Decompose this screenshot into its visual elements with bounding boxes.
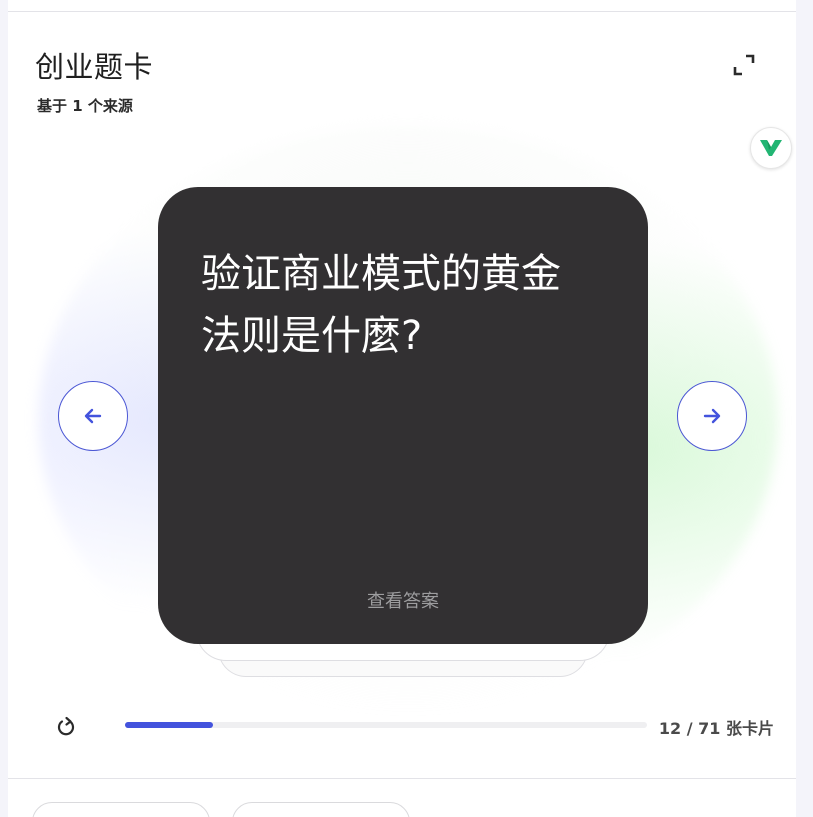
flashcard[interactable]: 验证商业模式的黄金法则是什麼? 查看答案: [158, 187, 648, 644]
progress-label: 12 / 71 张卡片: [658, 719, 774, 738]
source-badge[interactable]: [750, 127, 792, 169]
source-count-label: 基于 1 个来源: [37, 97, 133, 115]
action-chip[interactable]: [232, 802, 410, 817]
progress-fill: [125, 722, 214, 728]
fullscreen-icon: [733, 54, 755, 76]
arrow-right-icon: [703, 408, 721, 424]
next-card-button[interactable]: [677, 381, 747, 451]
restart-icon: [57, 716, 75, 736]
fullscreen-button[interactable]: [727, 48, 761, 82]
bottom-divider: [8, 778, 796, 779]
previous-card-button[interactable]: [58, 381, 128, 451]
page-title: 创业题卡: [35, 50, 154, 84]
source-logo-icon: [760, 140, 782, 156]
top-divider: [8, 11, 796, 12]
reveal-answer-hint[interactable]: 查看答案: [158, 587, 648, 613]
progress-track: [125, 722, 647, 728]
action-chip[interactable]: [32, 802, 210, 817]
restart-button[interactable]: [53, 714, 79, 740]
flashcard-question: 验证商业模式的黄金法则是什麼?: [201, 251, 561, 359]
flashcard-panel: 创业题卡 基于 1 个来源 验证商业模式的黄金法则是什麼? 查看答案 12 / …: [8, 0, 796, 817]
arrow-left-icon: [84, 408, 102, 424]
